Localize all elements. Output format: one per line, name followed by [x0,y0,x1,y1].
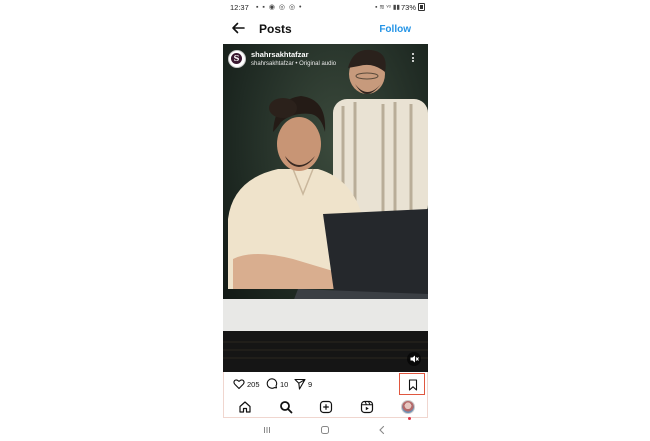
audio-label[interactable]: shahrsakhtafzar • Original audio [251,61,336,67]
follow-button[interactable]: Follow [379,24,411,35]
profile-avatar[interactable] [401,400,415,420]
home-button-icon[interactable] [319,424,331,436]
comment-button[interactable]: 10 [266,378,292,390]
status-time: 12:37 [230,3,249,12]
post-actions: 205 10 9 [223,372,428,396]
system-status-icons: ▪ ≋ ᵛᵒ ▮▮ [375,4,400,11]
page-title: Posts [259,22,292,36]
battery-percent: 73% [400,3,416,12]
heart-icon [233,379,245,390]
share-count: 9 [308,380,313,389]
back-arrow-icon[interactable] [230,20,246,36]
author-avatar[interactable]: S [228,50,246,68]
video-frame [223,44,428,372]
author-username[interactable]: shahrsakhtafzar [251,50,309,59]
home-icon[interactable] [238,400,252,414]
post-video[interactable]: S shahrsakhtafzar shahrsakhtafzar • Orig… [223,44,428,372]
mute-toggle[interactable] [407,352,421,366]
post-author[interactable]: S shahrsakhtafzar shahrsakhtafzar • Orig… [228,48,418,72]
bookmark-icon [408,379,418,391]
like-count: 205 [247,380,260,389]
create-icon[interactable] [319,400,333,414]
search-icon[interactable] [279,400,293,414]
like-button[interactable]: 205 [233,378,263,390]
battery-icon [418,3,425,11]
comment-count: 10 [280,380,289,389]
paper-plane-icon [294,378,306,390]
more-options-icon[interactable] [410,53,416,65]
speaker-muted-icon [410,355,419,363]
page: 12:37 ▪ ▪ ◉ ◎ ◎ • ▪ ≋ ᵛᵒ ▮▮ 73% Posts Fo… [0,0,650,441]
notification-icons: ▪ ▪ ◉ ◎ ◎ • [256,4,303,11]
status-bar: 12:37 ▪ ▪ ◉ ◎ ◎ • ▪ ≋ ᵛᵒ ▮▮ 73% [223,0,428,14]
share-button[interactable]: 9 [294,378,316,390]
system-navigation [223,418,428,441]
save-button[interactable] [399,373,425,395]
reels-icon[interactable] [360,400,374,414]
phone-screen: 12:37 ▪ ▪ ◉ ◎ ◎ • ▪ ≋ ᵛᵒ ▮▮ 73% Posts Fo… [223,0,428,441]
system-back-icon[interactable] [376,424,388,436]
posts-header: Posts Follow [223,14,428,44]
recent-apps-icon[interactable] [261,424,273,436]
comment-icon [266,378,278,389]
avatar-logo: S [231,53,242,64]
bottom-navigation [223,396,428,420]
